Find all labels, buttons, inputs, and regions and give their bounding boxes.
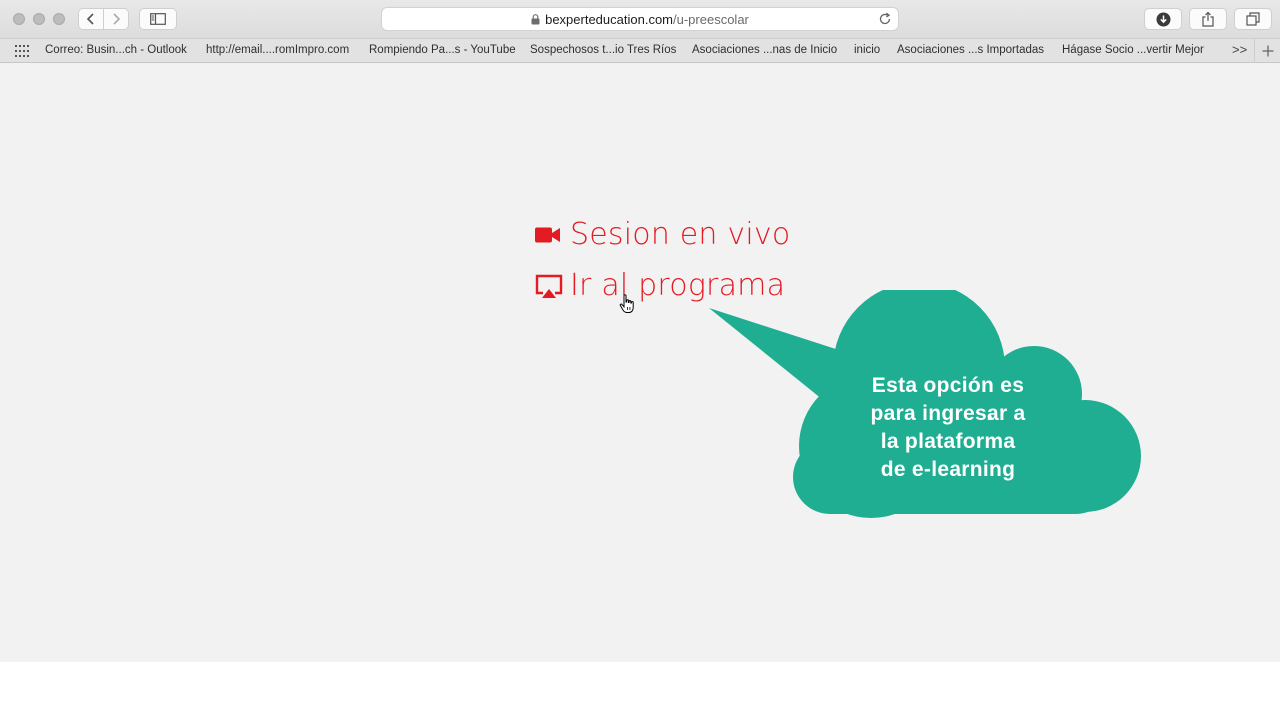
callout-line: Esta opción es	[871, 374, 1025, 397]
url-path: /u-preescolar	[673, 11, 749, 27]
page-footer	[0, 662, 1280, 720]
close-window-button[interactable]	[13, 13, 25, 25]
lock-icon	[531, 13, 540, 25]
callout-text: Esta opción es para ingresar a la plataf…	[848, 372, 1048, 484]
bookmark-item[interactable]: http://email....romImpro.com	[206, 44, 349, 56]
bookmark-item[interactable]: Correo: Busin...ch - Outlook	[45, 44, 187, 56]
share-button[interactable]	[1189, 8, 1227, 30]
new-tab-button[interactable]	[1254, 39, 1280, 63]
downloads-button[interactable]	[1144, 8, 1182, 30]
live-session-label: Sesion en vivo	[570, 217, 791, 252]
back-button[interactable]	[78, 8, 104, 30]
url-domain: bexperteducation.com	[545, 11, 674, 27]
browser-toolbar: bexperteducation.com/u-preescolar	[0, 0, 1280, 38]
bookmark-item[interactable]: Asociaciones ...s Importadas	[897, 44, 1044, 56]
chevron-left-icon	[86, 13, 94, 25]
chevron-right-icon	[113, 13, 121, 25]
bookmark-item[interactable]: Asociaciones ...nas de Inicio	[692, 44, 837, 56]
zoom-window-button[interactable]	[53, 13, 65, 25]
bookmark-item[interactable]: Hágase Socio ...vertir Mejor	[1062, 44, 1204, 56]
grid-icon[interactable]	[15, 44, 29, 62]
callout-line: para ingresar a	[870, 402, 1026, 425]
airplay-screen-icon	[535, 274, 563, 298]
video-camera-icon	[535, 226, 563, 244]
bookmark-item[interactable]: Sospechosos t...io Tres Ríos	[530, 44, 676, 56]
address-bar[interactable]: bexperteducation.com/u-preescolar	[381, 7, 899, 31]
bookmark-item[interactable]: Rompiendo Pa...s - YouTube	[369, 44, 516, 56]
minimize-window-button[interactable]	[33, 13, 45, 25]
tabs-icon	[1246, 12, 1260, 26]
bookmarks-bar: Correo: Busin...ch - Outlook http://emai…	[0, 38, 1280, 63]
callout-line: de e-learning	[880, 458, 1016, 481]
hand-pointer-icon	[619, 294, 635, 319]
live-session-link[interactable]: Sesion en vivo	[535, 217, 790, 252]
reload-icon[interactable]	[878, 12, 892, 26]
sidebar-toggle-button[interactable]	[139, 8, 177, 30]
callout-line: la plataforma	[880, 430, 1016, 453]
bookmark-item[interactable]: inicio	[854, 44, 880, 56]
tab-overview-button[interactable]	[1234, 8, 1272, 30]
plus-icon	[1262, 45, 1274, 57]
share-icon	[1202, 11, 1214, 27]
bookmarks-overflow-button[interactable]: >>	[1232, 42, 1247, 57]
forward-button[interactable]	[103, 8, 129, 30]
download-circle-icon	[1156, 12, 1170, 26]
sidebar-icon	[150, 13, 166, 25]
